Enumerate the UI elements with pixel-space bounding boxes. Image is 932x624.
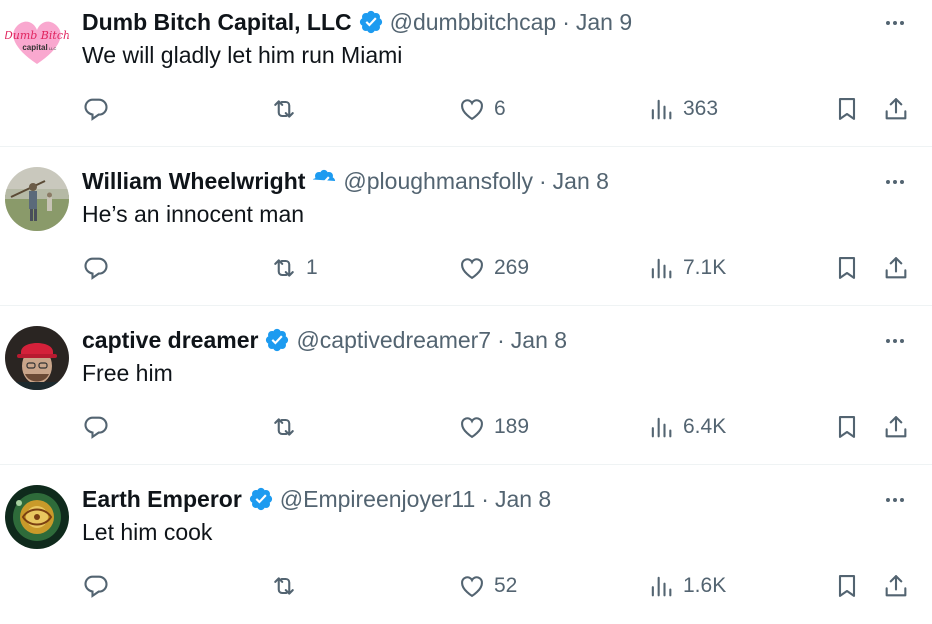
retweet-button[interactable] [270, 568, 306, 604]
verified-badge-icon [264, 327, 290, 353]
tweet-text: He’s an innocent man [82, 201, 305, 227]
like-button[interactable]: 189 [458, 409, 529, 445]
separator: · [497, 326, 505, 353]
retweet-button[interactable] [270, 91, 306, 127]
bookmark-icon[interactable] [833, 91, 861, 127]
reply-icon [84, 98, 108, 121]
retweet-button[interactable]: 1 [270, 250, 318, 286]
action-bar: 189 6.4K [0, 409, 932, 445]
separator: · [481, 485, 489, 512]
like-button[interactable]: 52 [458, 568, 517, 604]
avatar[interactable]: Dumb Bitch capital LLC [5, 8, 69, 72]
more-icon[interactable] [880, 326, 910, 356]
views-button[interactable]: 1.6K [647, 568, 726, 604]
action-bar: 1 269 7.1K [0, 250, 932, 286]
views-button[interactable]: 7.1K [647, 250, 726, 286]
reply-button[interactable] [82, 250, 118, 286]
svg-text:LLC: LLC [49, 46, 56, 51]
retweet-icon [274, 259, 294, 277]
reply-icon [84, 416, 108, 439]
avatar[interactable] [5, 167, 69, 231]
share-icon[interactable] [882, 91, 910, 127]
reply-icon [84, 257, 108, 280]
tweet[interactable]: captive dreamer @captivedreamer7 · Jan 8… [0, 306, 932, 465]
reply-feed: Dumb Bitch capital LLC Dumb Bitch Capita… [0, 0, 932, 620]
tweet-header: William Wheelwright @ploughmansfolly · J… [82, 165, 609, 197]
display-name[interactable]: William Wheelwright [82, 168, 305, 195]
tweet-header: Dumb Bitch Capital, LLC @dumbbitchcap · … [82, 6, 632, 38]
views-count: 6.4K [683, 415, 727, 438]
like-icon [461, 417, 483, 439]
separator: · [538, 167, 547, 194]
like-button[interactable]: 269 [458, 250, 529, 286]
reply-button[interactable] [82, 91, 118, 127]
handle[interactable]: @ploughmansfolly [343, 168, 533, 195]
views-count: 363 [683, 97, 719, 120]
like-count: 189 [494, 415, 530, 438]
retweet-button[interactable] [270, 409, 306, 445]
tweet-date[interactable]: Jan 8 [511, 327, 567, 354]
tweet[interactable]: William Wheelwright @ploughmansfolly · J… [0, 147, 932, 306]
more-icon[interactable] [880, 8, 910, 38]
retweet-icon [274, 100, 294, 118]
handle[interactable]: @dumbbitchcap [390, 9, 557, 36]
avatar[interactable] [5, 485, 69, 549]
action-bar: 52 1.6K [0, 568, 932, 604]
tweet-date[interactable]: Jan 9 [576, 9, 632, 36]
retweet-icon [274, 577, 294, 595]
tweet-text: We will gladly let him run Miami [82, 42, 403, 68]
tweet-text: Free him [82, 360, 173, 386]
svg-text:capital: capital [22, 43, 47, 52]
display-name[interactable]: Dumb Bitch Capital, LLC [82, 9, 352, 36]
views-button[interactable]: 363 [647, 91, 718, 127]
verified-badge-icon [248, 486, 274, 512]
views-count: 7.1K [683, 256, 727, 279]
tweet-header: captive dreamer @captivedreamer7 · Jan 8 [82, 324, 567, 356]
retweet-count: 1 [306, 256, 318, 279]
reply-button[interactable] [82, 409, 118, 445]
share-icon[interactable] [882, 250, 910, 286]
views-count: 1.6K [683, 574, 727, 597]
handle[interactable]: @captivedreamer7 [296, 327, 491, 354]
like-count: 52 [494, 574, 518, 597]
tweet[interactable]: Dumb Bitch capital LLC Dumb Bitch Capita… [0, 0, 932, 147]
svg-text:Dumb Bitch: Dumb Bitch [5, 29, 69, 42]
more-icon[interactable] [880, 167, 910, 197]
tweet-date[interactable]: Jan 8 [553, 168, 609, 195]
like-button[interactable]: 6 [458, 91, 506, 127]
tweet[interactable]: Earth Emperor @Empireenjoyer11 · Jan 8 L… [0, 465, 932, 624]
avatar[interactable] [5, 326, 69, 390]
bookmark-icon[interactable] [833, 568, 861, 604]
share-icon[interactable] [882, 568, 910, 604]
display-name[interactable]: Earth Emperor [82, 486, 242, 513]
handle[interactable]: @Empireenjoyer11 [280, 486, 476, 513]
share-icon[interactable] [882, 409, 910, 445]
bookmark-icon[interactable] [833, 409, 861, 445]
tweet-header: Earth Emperor @Empireenjoyer11 · Jan 8 [82, 483, 551, 515]
more-icon[interactable] [880, 485, 910, 515]
reply-icon [84, 575, 108, 598]
views-icon [651, 576, 672, 597]
tweet-text: Let him cook [82, 519, 213, 545]
reply-button[interactable] [82, 568, 118, 604]
display-name[interactable]: captive dreamer [82, 327, 258, 354]
like-count: 269 [494, 256, 530, 279]
separator: · [562, 8, 570, 35]
like-count: 6 [494, 97, 506, 120]
views-icon [651, 258, 672, 279]
tweet-date[interactable]: Jan 8 [495, 486, 551, 513]
views-button[interactable]: 6.4K [647, 409, 726, 445]
verified-badge-icon [311, 168, 337, 194]
action-bar: 6 363 [0, 91, 932, 127]
retweet-icon [274, 418, 294, 436]
verified-badge-icon [358, 9, 384, 35]
like-icon [461, 576, 483, 598]
like-icon [461, 258, 483, 280]
views-icon [651, 99, 672, 120]
like-icon [461, 99, 483, 121]
views-icon [651, 417, 672, 438]
bookmark-icon[interactable] [833, 250, 861, 286]
